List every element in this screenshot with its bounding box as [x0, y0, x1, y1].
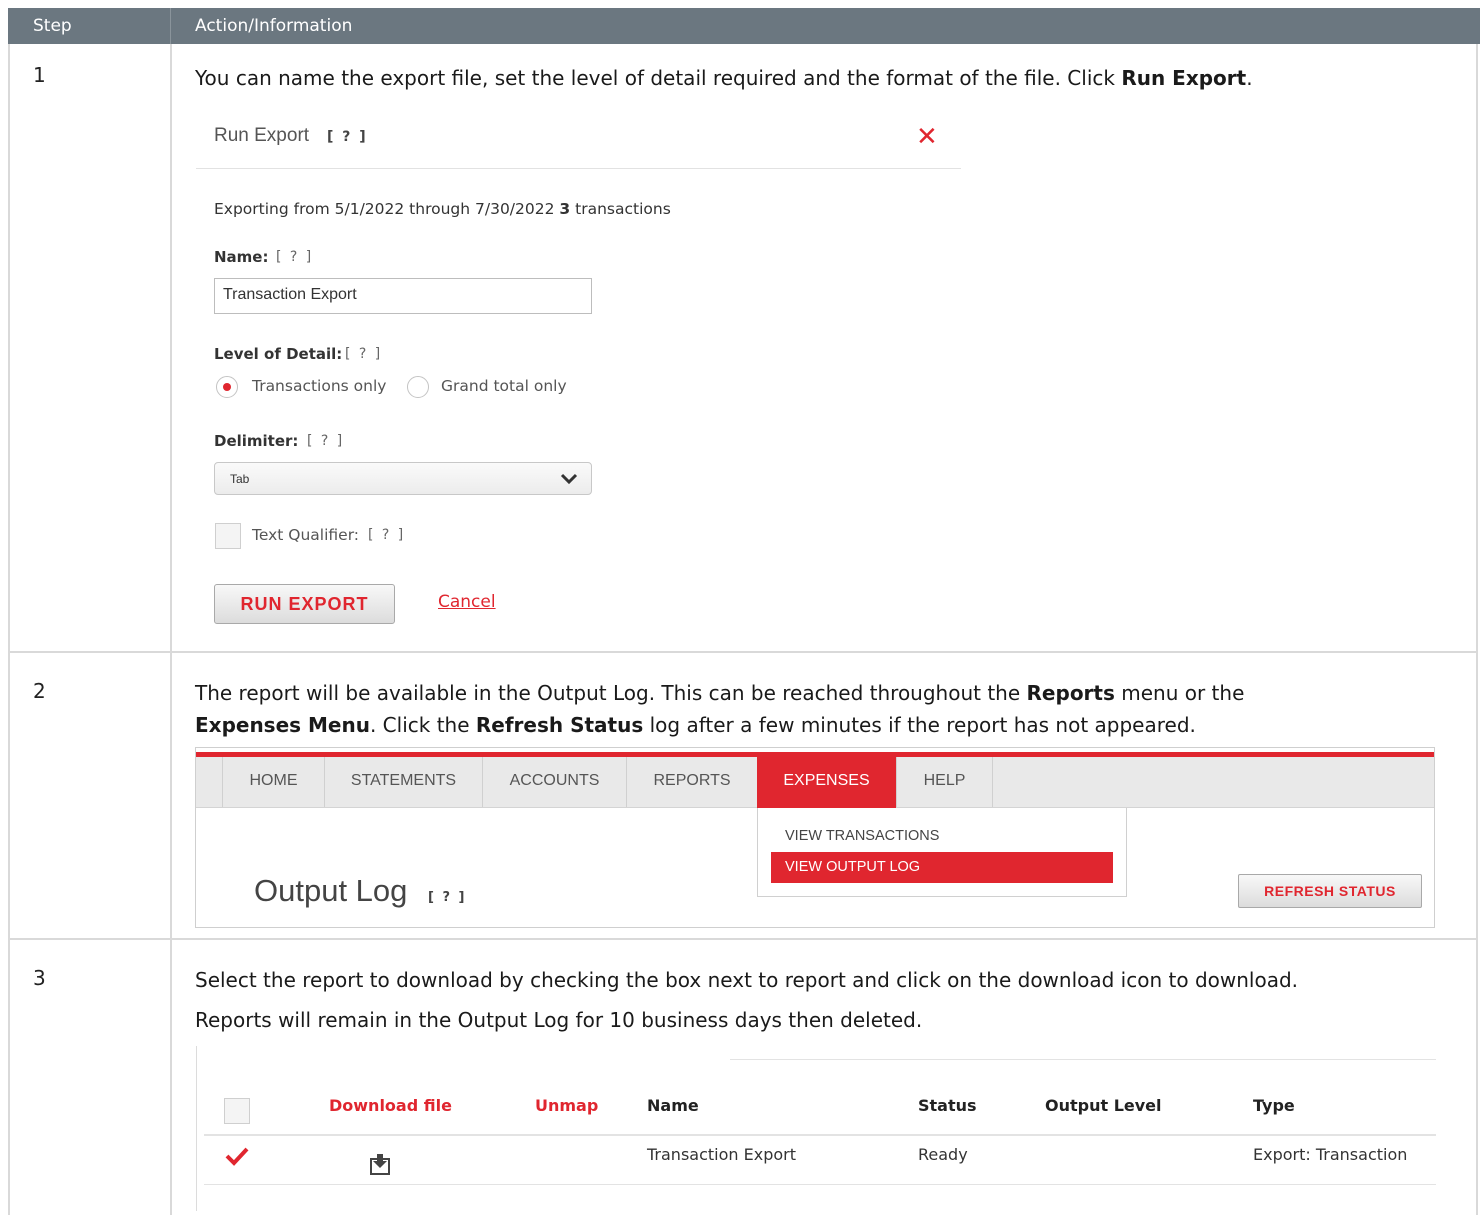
row-divider — [204, 1184, 1436, 1185]
step-number: 1 — [33, 63, 46, 87]
page-help-link[interactable]: [ ? ] — [428, 890, 466, 905]
step-number: 3 — [33, 966, 46, 990]
delimiter-select[interactable]: Tab — [214, 462, 592, 495]
radio-transactions-only[interactable] — [216, 376, 238, 398]
header-divider — [170, 8, 171, 44]
name-label: Name: — [214, 248, 269, 266]
close-icon[interactable]: ✕ — [916, 122, 938, 152]
row-status: Ready — [918, 1145, 968, 1164]
table-right-border — [1476, 44, 1478, 1215]
nav-statements[interactable]: STATEMENTS — [325, 772, 482, 790]
nav-separator — [992, 757, 993, 807]
nav-accounts[interactable]: ACCOUNTS — [483, 772, 626, 790]
radio-grand-total-only[interactable] — [407, 376, 429, 398]
menu-view-transactions[interactable]: VIEW TRANSACTIONS — [785, 828, 939, 844]
name-input[interactable]: Transaction Export — [214, 278, 592, 314]
menu-view-output-log-label: VIEW OUTPUT LOG — [785, 859, 921, 875]
chevron-down-icon — [560, 473, 578, 485]
screenshot-left-edge — [196, 1046, 197, 1211]
row-divider — [8, 651, 1478, 653]
detail-label: Level of Detail: — [214, 345, 343, 363]
name-help-link[interactable]: [ ? ] — [276, 249, 313, 265]
nav-reports[interactable]: REPORTS — [627, 772, 757, 790]
qualifier-help-link[interactable]: [ ? ] — [368, 527, 405, 543]
row-name: Transaction Export — [647, 1145, 796, 1164]
cancel-link[interactable]: Cancel — [438, 592, 496, 612]
step-instruction-line1: The report will be available in the Outp… — [195, 681, 1245, 705]
dialog-divider — [196, 168, 961, 169]
dialog-help-link[interactable]: [ ? ] — [327, 129, 368, 145]
col-status: Status — [918, 1096, 977, 1115]
run-export-button[interactable]: RUN EXPORT — [214, 584, 395, 624]
table-col-divider — [170, 44, 172, 1215]
delimiter-value: Tab — [230, 472, 250, 486]
step-instruction-line1: Select the report to download by checkin… — [195, 968, 1299, 992]
radio-label-grand-total: Grand total only — [441, 377, 567, 395]
dialog-title: Run Export — [214, 125, 310, 146]
delimiter-label: Delimiter: — [214, 432, 299, 450]
step-number: 2 — [33, 679, 46, 703]
nav-home[interactable]: HOME — [223, 772, 324, 790]
page-title: Output Log — [254, 873, 408, 908]
col-type: Type — [1253, 1096, 1295, 1115]
detail-help-link[interactable]: [ ? ] — [345, 346, 382, 362]
nav-expenses-label: EXPENSES — [783, 772, 870, 789]
header-step: Step — [33, 16, 72, 36]
select-all-checkbox[interactable] — [224, 1098, 250, 1124]
table-left-border — [8, 44, 10, 1215]
step-instruction-line2: Expenses Menu. Click the Refresh Status … — [195, 713, 1196, 737]
col-output-level: Output Level — [1045, 1096, 1162, 1115]
col-name: Name — [647, 1096, 699, 1115]
row-divider — [8, 938, 1478, 940]
col-unmap: Unmap — [535, 1096, 599, 1115]
text-qualifier-checkbox[interactable] — [215, 523, 241, 549]
header-row-divider — [204, 1134, 1436, 1136]
refresh-status-button[interactable]: REFRESH STATUS — [1238, 874, 1422, 908]
step-instruction: You can name the export file, set the le… — [195, 66, 1253, 90]
col-download-file: Download file — [329, 1096, 452, 1115]
export-summary: Exporting from 5/1/2022 through 7/30/202… — [214, 200, 671, 218]
radio-label-transactions: Transactions only — [252, 377, 387, 395]
row-checkbox-checked[interactable] — [224, 1144, 250, 1168]
name-input-value: Transaction Export — [223, 286, 357, 303]
qualifier-label: Text Qualifier: — [252, 526, 360, 544]
menu-view-output-log[interactable]: VIEW OUTPUT LOG — [771, 852, 1113, 883]
nav-expenses-active[interactable]: EXPENSES — [757, 757, 896, 808]
delimiter-help-link[interactable]: [ ? ] — [307, 433, 344, 449]
download-icon[interactable] — [369, 1154, 391, 1176]
header-action: Action/Information — [195, 16, 353, 36]
step-instruction-line2: Reports will remain in the Output Log fo… — [195, 1008, 923, 1032]
nav-help[interactable]: HELP — [897, 772, 992, 790]
row-type: Export: Transaction — [1253, 1145, 1408, 1164]
screenshot-top-line — [730, 1059, 1436, 1060]
